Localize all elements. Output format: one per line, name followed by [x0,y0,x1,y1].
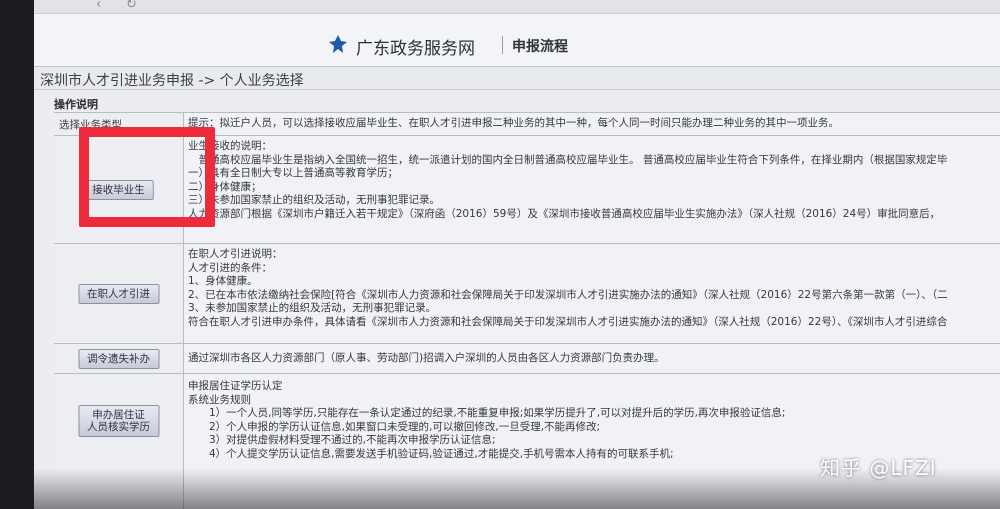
description-line: 通过深圳市各区人力资源部门（原人事、劳动部门)招调入户深圳的人员由各区人力资源部… [188,352,665,364]
description-line: 符合在职人才引进申办条件，具体请看《深圳市人力资源和社会保障局关于印发深圳市人才… [188,315,948,328]
description-line: 普通高校应届毕业生是指纳入全国统一招生，统一派遣计划的国内全日制普通高校应届毕业… [188,153,948,166]
site-logo-text[interactable]: 广东政务服务网 [356,34,475,59]
row-description: 申报居住证学历认定 系统业务规则 1）一个人员,同等学历,只能存在一条认定通过的… [188,380,1000,461]
back-icon[interactable]: ‹ [96,0,101,12]
description-line: 在职人才引进说明： [188,248,283,260]
talent-introduction-button[interactable]: 在职人才引进 [78,283,159,304]
button-label-line: 人员核实学历 [87,421,150,433]
description-line: 2、已在本市依法缴纳社会保险[符合《深圳市人力资源和社会保障局关于印发深圳市人才… [188,288,948,301]
tip-text: 提示：拟迁户人员，可以选择接收应届毕业生、在职人才引进申报二种业务的其中一种，每… [188,117,839,129]
button-label-line: 申办居住证 [92,409,145,421]
zhihu-watermark: 知乎 @LFZI [820,456,937,480]
description-line: 1、身体健康。 [188,275,258,287]
description-line: 申报居住证学历认定 [188,380,283,392]
row-description: 业生接收的说明： 普通高校应届毕业生是指纳入全国统一招生，统一派遣计划的国内全日… [188,140,1000,221]
description-line: 3、未参加国家禁止的组织及活动，无刑事犯罪记录。 [188,302,437,314]
description-line: 人力资源部门根据《深圳市户籍迁入若干规定》（深府函（2016）59号）及《深圳市… [188,207,941,220]
business-row-talent: 在职人才引进 在职人才引进说明： 人才引进的条件： 1、身体健康。 2、已在本市… [54,243,1000,343]
lost-order-reissue-button[interactable]: 调令遗失补办 [78,348,159,369]
description-line: 二）身体健康； [188,180,262,193]
description-line: 三）未参加国家禁止的组织及活动，无刑事犯罪记录。 [188,194,440,206]
page-title: 申报流程 [512,39,568,55]
section-title: 操作说明 [54,98,98,111]
button-cell: 调令遗失补办 [54,344,184,373]
header-divider [502,36,503,54]
description-line: 人才引进的条件： [188,261,272,274]
description-line: 业生接收的说明： [188,140,272,152]
verify-education-button[interactable]: 申办居住证 人员核实学历 [78,405,159,437]
site-header: 广东政务服务网 申报流程 [34,14,1000,66]
description-line: 2）个人申报的学历认证信息,如果窗口未受理的,可以撤回修改,一旦受理,不能再修改… [188,420,601,433]
button-cell: 在职人才引进 [54,244,184,343]
browser-toolbar: ‹ ↻ [34,0,1000,14]
description-line: 1）一个人员,同等学历,只能存在一条认定通过的纪录,不能重复申报;如果学历提升了… [188,407,786,419]
browser-screen: ‹ ↻ 广东政务服务网 申报流程 深圳市人才引进业务申报 -> 个人业务选择 操… [34,0,1000,509]
description-line: 系统业务规则 [188,393,251,406]
breadcrumb: 深圳市人才引进业务申报 -> 个人业务选择 [40,73,304,89]
row-description: 在职人才引进说明： 人才引进的条件： 1、身体健康。 2、已在本市依法缴纳社会保… [188,248,1000,329]
red-highlight-box [79,127,215,227]
refresh-icon[interactable]: ↻ [126,0,137,12]
breadcrumb-bar: 深圳市人才引进业务申报 -> 个人业务选择 [34,66,1000,90]
business-row-lost-order: 调令遗失补办 通过深圳市各区人力资源部门（原人事、劳动部门)招调入户深圳的人员由… [54,343,1000,373]
description-line: 3）对提供虚假材料受理不通过的,不能再次申报学历认证信息; [188,434,496,446]
government-logo-icon [329,35,347,53]
description-line: 一）具有全日制大专以上普通高等教育学历； [188,167,398,179]
row-description: 通过深圳市各区人力资源部门（原人事、劳动部门)招调入户深圳的人员由各区人力资源部… [188,352,1000,366]
